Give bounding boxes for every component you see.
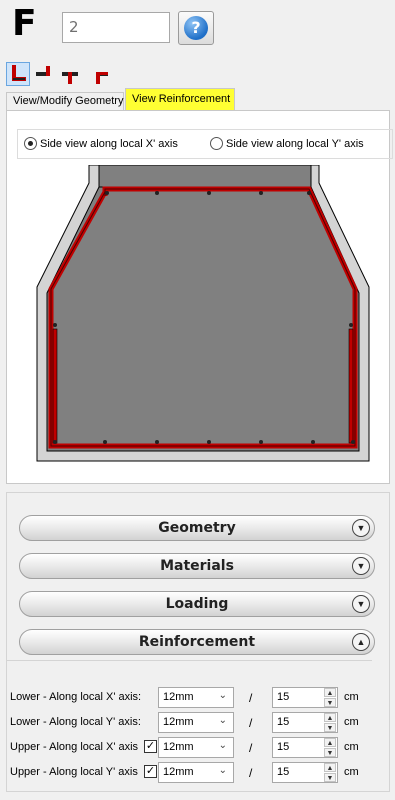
chevron-down-icon: ⌄ [218,740,227,751]
row-label: Lower - Along local Y' axis: [10,716,141,728]
spin-up-icon[interactable]: ▲ [324,713,336,722]
diameter-value: 12mm [163,716,194,728]
chevron-down-icon: ⌄ [218,765,227,776]
diameter-select[interactable]: 12mm ⌄ [158,687,234,708]
joint-type-4-icon[interactable] [86,62,110,86]
rebar-top-dot [207,191,211,195]
unit-label: cm [344,691,359,703]
diameter-select[interactable]: 12mm ⌄ [158,737,234,758]
section-loading-header[interactable]: Loading ▼ [19,591,375,617]
separator: / [249,741,253,755]
column-concrete [98,165,312,188]
rebar-bottom-dot [351,440,355,444]
upper-y-checkbox[interactable]: ✓ [144,765,157,778]
rebar-side-dot [53,323,57,327]
rebar-side-right [348,328,354,444]
radio-side-view-x[interactable]: Side view along local X' axis [24,137,178,150]
spin-up-icon[interactable]: ▲ [324,763,336,772]
tab-view-modify-geometry[interactable]: View/Modify Geometry [6,92,124,110]
radio-x-label: Side view along local X' axis [40,137,178,150]
rebar-top-dot [259,191,263,195]
rebar-bottom-dot [155,440,159,444]
section-loading-label: Loading [165,596,229,612]
element-type-label: F [12,3,37,44]
rebar-top-dot [307,191,311,195]
spacing-value: 15 [277,766,290,778]
rebar-bottom-dot [103,440,107,444]
section-materials-header[interactable]: Materials ▼ [19,553,375,579]
unit-label: cm [344,741,359,753]
diameter-value: 12mm [163,766,194,778]
separator: / [249,766,253,780]
spacing-spinner[interactable]: 15 ▲ ▼ [272,762,338,783]
row-label: Lower - Along local X' axis: [10,691,142,703]
reinforcement-row-lower-x: Lower - Along local X' axis: 12mm ⌄ / 15 ▲… [10,687,372,709]
joint-editor-panel: F 2 ? View/Modify Geometry View Reinforc… [0,0,395,800]
tab-panel: Side view along local X' axis Side view … [6,110,393,484]
unit-label: cm [344,766,359,778]
rebar-top-dot [155,191,159,195]
radio-side-view-y[interactable]: Side view along local Y' axis [210,137,364,150]
unit-label: cm [344,716,359,728]
tab-view-reinforcement[interactable]: View Reinforcement [125,88,235,111]
section-geometry-label: Geometry [158,520,236,536]
rebar-bottom-dot [259,440,263,444]
upper-x-checkbox[interactable]: ✓ [144,740,157,753]
help-button[interactable]: ? [178,11,214,45]
joint-section-drawing [36,165,370,462]
row-label: Upper - Along local Y' axis [10,766,138,778]
reinforcement-rows: Lower - Along local X' axis: 12mm ⌄ / 15 ▲… [6,660,372,790]
chevron-down-icon: ⌄ [218,715,227,726]
spacing-spinner[interactable]: 15 ▲ ▼ [272,687,338,708]
view-options: Side view along local X' axis Side view … [17,129,393,159]
spacing-value: 15 [277,741,290,753]
rebar-bottom-dot [53,440,57,444]
spacing-value: 15 [277,716,290,728]
help-question-icon: ? [184,16,208,40]
reinforcement-row-upper-y: Upper - Along local Y' axis ✓ 12mm ⌄ / 15… [10,762,372,784]
reinforcement-row-lower-y: Lower - Along local Y' axis: 12mm ⌄ / 15 ▲… [10,712,372,734]
rebar-top-dot [105,191,109,195]
spin-up-icon[interactable]: ▲ [324,688,336,697]
diameter-select[interactable]: 12mm ⌄ [158,762,234,783]
diameter-select[interactable]: 12mm ⌄ [158,712,234,733]
separator: / [249,716,253,730]
joint-type-1-icon[interactable] [6,62,30,86]
joint-concrete [46,186,360,452]
rebar-bottom-dot [207,440,211,444]
rebar-side-dot [349,323,353,327]
chevron-down-icon[interactable]: ▼ [352,557,370,575]
spin-down-icon[interactable]: ▼ [324,723,336,732]
chevron-up-icon[interactable]: ▲ [352,633,370,651]
joint-type-3-icon[interactable] [58,62,82,86]
joint-type-2-icon[interactable] [32,62,56,86]
separator: / [249,691,253,705]
section-materials-label: Materials [160,558,234,574]
spacing-spinner[interactable]: 15 ▲ ▼ [272,712,338,733]
spacing-spinner[interactable]: 15 ▲ ▼ [272,737,338,758]
rebar-side-left [52,328,58,444]
diameter-value: 12mm [163,691,194,703]
row-label: Upper - Along local X' axis [10,741,139,753]
spin-up-icon[interactable]: ▲ [324,738,336,747]
spin-down-icon[interactable]: ▼ [324,698,336,707]
spin-down-icon[interactable]: ▼ [324,773,336,782]
radio-y-label: Side view along local Y' axis [226,137,364,150]
rebar-bottom-dot [311,440,315,444]
section-reinforcement-label: Reinforcement [138,634,256,650]
chevron-down-icon[interactable]: ▼ [352,595,370,613]
chevron-down-icon[interactable]: ▼ [352,519,370,537]
spacing-value: 15 [277,691,290,703]
diameter-value: 12mm [163,741,194,753]
spin-down-icon[interactable]: ▼ [324,748,336,757]
radio-y-indicator [210,137,223,150]
element-id-field[interactable]: 2 [62,12,170,43]
reinforcement-row-upper-x: Upper - Along local X' axis ✓ 12mm ⌄ / 15… [10,737,372,759]
section-reinforcement-header[interactable]: Reinforcement ▲ [19,629,375,655]
chevron-down-icon: ⌄ [218,690,227,701]
section-geometry-header[interactable]: Geometry ▼ [19,515,375,541]
radio-x-indicator [24,137,37,150]
